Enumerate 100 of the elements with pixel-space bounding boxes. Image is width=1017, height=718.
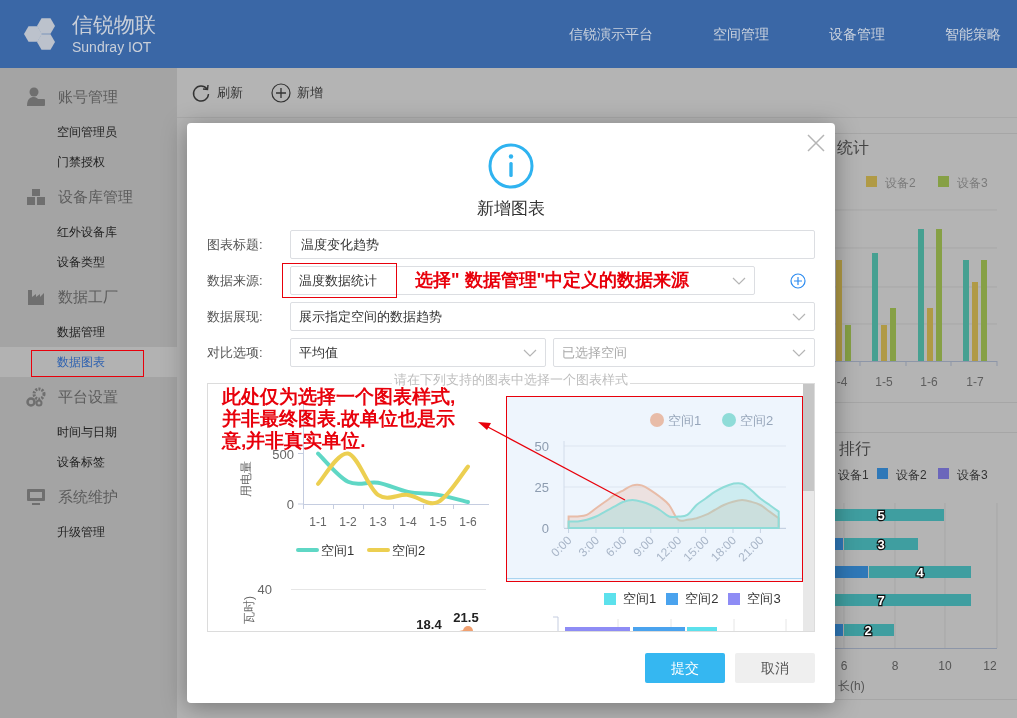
menu-item[interactable]: 空间管理员 [0,117,177,147]
annotation-text: 并非最终图表.故单位也是示 [222,408,456,430]
field-label: 数据来源: [207,271,264,290]
brand-name: 信锐物联 [72,12,156,38]
chevron-icon [523,348,537,357]
legend-label: 空间2 [392,543,426,558]
add-icon [271,82,291,103]
axis-label: 25 [534,480,549,495]
close-button[interactable] [807,134,825,152]
legend-swatch [650,413,664,427]
chart-title: 排行 [839,440,871,457]
toolbar-button[interactable]: 刷新 [191,82,243,103]
field-label: 图表标题: [207,235,264,254]
axis-line [552,616,559,631]
axis-label: 10 [938,659,952,673]
add-icon [790,272,806,289]
axis-label: 0:00 [548,533,575,560]
data-label: 2 [864,623,872,638]
legend-label: 设备3 [957,468,988,482]
nav-link[interactable]: 空间管理 [713,23,769,45]
chart-title: 统计 [837,139,869,156]
axis-label: 1-7 [966,375,984,389]
axis-label: 40 [257,582,272,597]
axis-label: 1-5 [875,375,893,389]
data-point [463,626,473,631]
menu-item[interactable]: 门禁授权 [0,147,177,177]
legend-label: 空间3 [747,590,781,609]
data-label: 5 [877,508,885,523]
legend-label: 设备2 [896,468,927,482]
refresh-icon [191,82,211,103]
menu-item[interactable]: 红外设备库 [0,217,177,247]
menu-item[interactable]: 数据管理 [0,317,177,347]
menu-heading: 系统维护 [58,486,118,507]
annotation-text: 此处仅为选择一个图表样式, [222,386,456,408]
axis-label: 1-4 [399,515,417,529]
chevron-icon [732,276,746,285]
field-label: 对比选项: [207,343,264,362]
data-label: 18.4 [416,617,442,631]
axis-title: 长(h) [838,679,865,693]
select-field[interactable]: 温度数据统计 选择" 数据管理"中定义的数据来源 [290,266,755,295]
bar [927,308,933,361]
legend-label: 空间1 [623,590,657,609]
data-label: 21.5 [453,610,479,625]
gears-icon [26,387,46,407]
axis-label: 1-1 [309,515,327,529]
annotation-text: 选择" 数据管理"中定义的数据来源 [415,269,690,292]
menu-item[interactable]: 设备标签 [0,447,177,477]
data-label: 3 [877,537,885,552]
menu-item[interactable]: 升级管理 [0,517,177,547]
axis-label: 1-6 [920,375,938,389]
nav-link[interactable]: 信锐演示平台 [569,23,653,45]
select-field[interactable]: 平均值 [290,338,546,367]
close-icon [807,134,825,152]
legend-swatch [722,413,736,427]
axis-label: 8 [891,659,899,673]
axis-label: 1-2 [339,515,357,529]
dialog-title: 新增图表 [477,198,545,220]
user-icon [26,87,46,107]
nav-link[interactable]: 设备管理 [829,23,885,45]
toolbar-button[interactable]: 新增 [271,82,323,103]
menu-heading: 平台设置 [58,386,118,407]
bar [687,627,717,631]
input-field[interactable]: 温度变化趋势 [290,230,815,259]
bar [565,627,630,631]
factory-icon [26,287,46,307]
axis-label: 50 [534,439,549,454]
axis-label: 1-3 [369,515,387,529]
menu-item[interactable]: 设备类型 [0,247,177,277]
brand-subtitle: Sundray IOT [72,38,153,56]
data-label: 7 [877,593,885,608]
axis-label: 6:00 [603,533,630,560]
legend-label: 空间1 [668,413,702,428]
menu-heading: 数据工厂 [58,286,118,307]
axis-title: 用电量 [239,461,253,497]
axis-label: 1-5 [429,515,447,529]
bar [881,325,887,361]
axis-label: 12 [983,659,997,673]
legend-label: 设备1 [838,468,869,482]
bar [845,325,851,361]
axis-label: -4 [836,375,848,389]
nav-link[interactable]: 智能策略 [945,23,1001,45]
axis-label: 6 [840,659,848,673]
menu-item[interactable]: 时间与日期 [0,417,177,447]
legend-label: 空间2 [740,413,774,428]
cancel-button[interactable]: 取消 [735,653,815,683]
chevron-icon [792,348,806,357]
legend-label: 空间2 [685,590,719,609]
monitor-icon [26,487,46,507]
data-label: 4 [916,565,924,580]
bar [633,627,685,631]
axis-label: 0 [286,497,294,512]
menu-heading: 账号管理 [58,86,118,107]
axis-label: 9:00 [630,533,657,560]
axis-label: 1-6 [459,515,477,529]
menu-heading: 设备库管理 [58,186,133,207]
select-field[interactable]: 展示指定空间的数据趋势 [290,302,815,331]
scrollbar-thumb[interactable] [803,384,814,491]
legend-swatch [296,548,319,552]
cubes-icon [26,187,46,207]
legend-label: 空间1 [321,543,355,558]
